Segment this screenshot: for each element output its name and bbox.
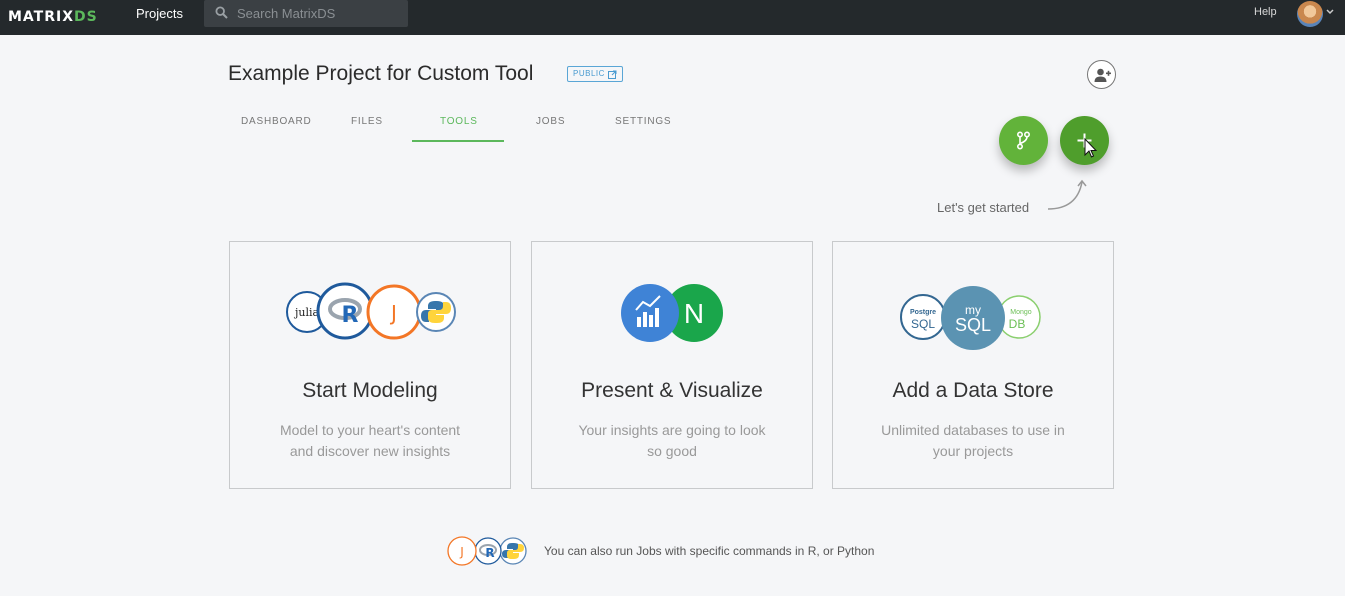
- git-branch-icon: [1016, 131, 1030, 150]
- svg-text:N: N: [684, 298, 704, 329]
- svg-text:SQL: SQL: [955, 315, 991, 335]
- svg-text:SQL: SQL: [911, 317, 935, 331]
- tab-files[interactable]: FILES: [351, 116, 383, 127]
- start-modeling-desc: Model to your heart's content and discove…: [265, 420, 475, 462]
- top-navbar: MATRIXDS Projects Help: [0, 0, 1345, 35]
- start-modeling-title: Start Modeling: [302, 379, 438, 402]
- svg-text:J: J: [389, 301, 397, 325]
- active-tab-indicator: [412, 140, 504, 142]
- help-link[interactable]: Help: [1254, 6, 1277, 18]
- matrixds-logo[interactable]: MATRIXDS: [8, 9, 98, 25]
- search-input[interactable]: [237, 4, 402, 22]
- search-box[interactable]: [204, 0, 408, 27]
- external-link-icon: [607, 70, 617, 79]
- add-data-store-card[interactable]: Mongo DB Postgre SQL my SQL Add a Data S…: [832, 241, 1114, 489]
- desc-line-1: Model to your heart's content: [279, 422, 461, 438]
- project-title: Example Project for Custom Tool: [228, 62, 534, 85]
- desc-line-2: and discover new insights: [289, 443, 451, 459]
- logo-text-main: MATRIX: [8, 9, 75, 25]
- chart-logo-icon: [621, 284, 679, 342]
- public-badge[interactable]: PUBLIC: [567, 66, 623, 82]
- svg-text:Mongo: Mongo: [1010, 309, 1032, 316]
- present-visualize-title: Present & Visualize: [581, 379, 763, 402]
- present-visualize-card[interactable]: N Present & Visualize Your insights are …: [531, 241, 813, 489]
- desc-line-1: Your insights are going to look: [578, 422, 766, 438]
- svg-text:julia: julia: [293, 306, 320, 319]
- add-tool-button[interactable]: [1060, 116, 1109, 165]
- add-data-store-desc: Unlimited databases to use in your projec…: [868, 420, 1078, 462]
- curved-arrow-icon: [1047, 179, 1087, 210]
- svg-text:Postgre: Postgre: [910, 309, 936, 316]
- jobs-hint-text: You can also run Jobs with specific comm…: [544, 544, 875, 558]
- logo-text-accent: DS: [74, 9, 98, 25]
- desc-line-2: so good: [647, 443, 697, 459]
- chevron-down-icon[interactable]: [1326, 8, 1334, 16]
- svg-text:R: R: [485, 546, 494, 560]
- svg-text:DB: DB: [1009, 317, 1026, 331]
- visualize-logos: N: [621, 284, 723, 342]
- add-collaborator-button[interactable]: [1087, 60, 1116, 89]
- present-visualize-desc: Your insights are going to look so good: [567, 420, 777, 462]
- getting-started-hint: Let's get started: [937, 200, 1030, 215]
- add-data-store-title: Add a Data Store: [892, 379, 1054, 402]
- tab-tools[interactable]: TOOLS: [440, 116, 478, 127]
- search-icon: [215, 6, 228, 19]
- jobs-language-logos: R J: [447, 536, 527, 566]
- add-user-icon: [1094, 68, 1111, 82]
- tab-jobs[interactable]: JOBS: [536, 116, 565, 127]
- desc-line-1: Unlimited databases to use in: [881, 422, 1065, 438]
- svg-text:J: J: [459, 545, 464, 559]
- start-modeling-card[interactable]: julia R J Start Modeling Model to your h…: [229, 241, 511, 489]
- nav-projects-link[interactable]: Projects: [136, 6, 183, 21]
- tab-dashboard[interactable]: DASHBOARD: [241, 116, 312, 127]
- desc-line-2: your projects: [932, 443, 1014, 459]
- datastore-logos: Mongo DB Postgre SQL my SQL: [900, 286, 1041, 350]
- svg-text:R: R: [342, 303, 359, 328]
- public-badge-label: PUBLIC: [573, 69, 605, 78]
- plus-icon: [1077, 133, 1098, 158]
- tab-settings[interactable]: SETTINGS: [615, 116, 671, 127]
- branch-button[interactable]: [999, 116, 1048, 165]
- user-avatar[interactable]: [1297, 1, 1323, 27]
- modeling-logos: julia R J: [286, 282, 456, 340]
